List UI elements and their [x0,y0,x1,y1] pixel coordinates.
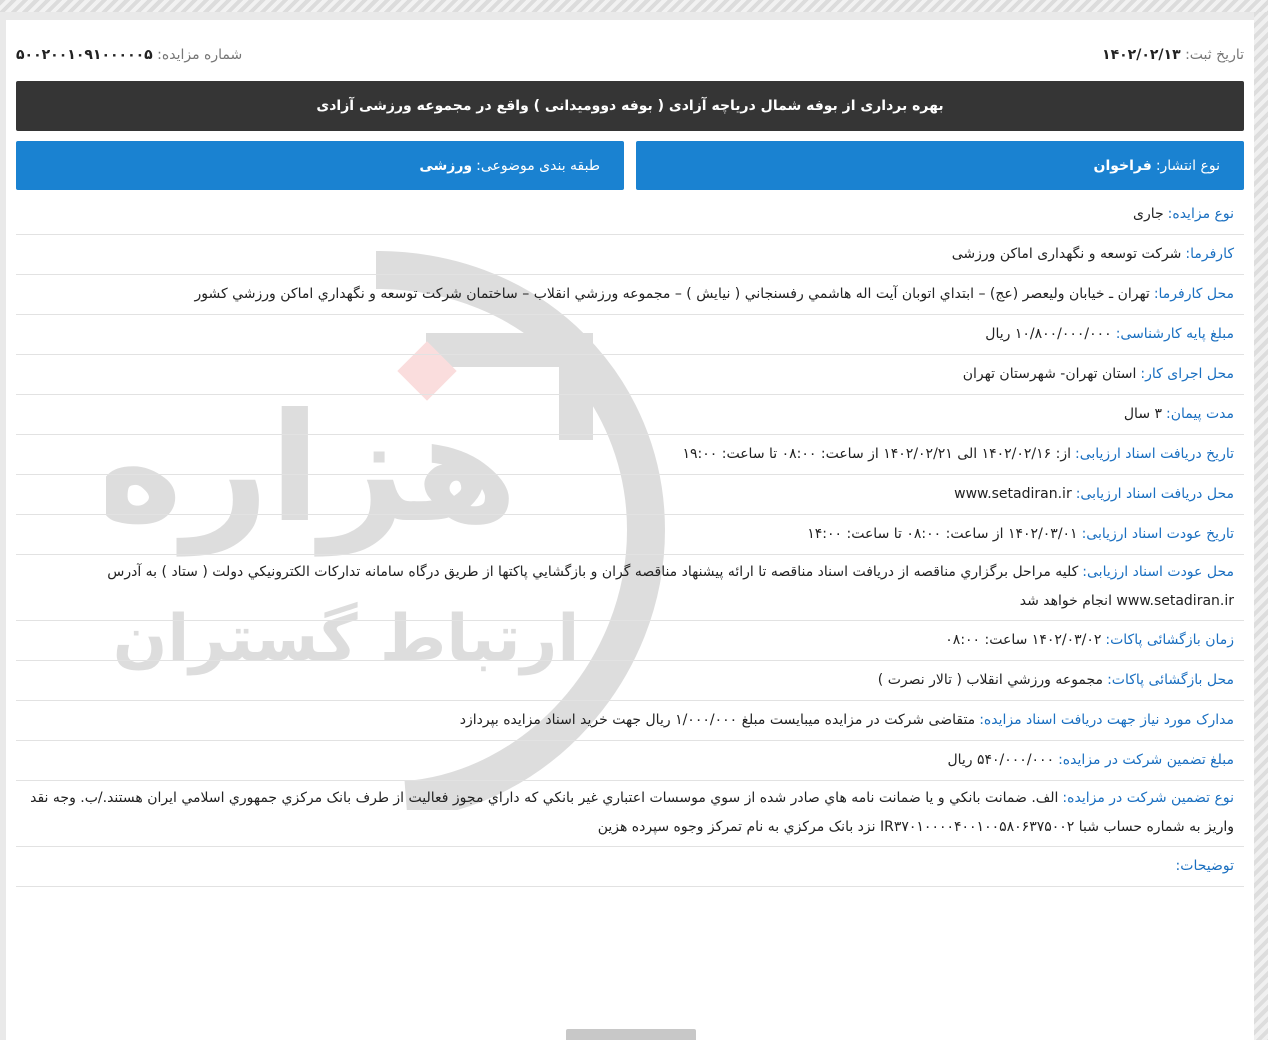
detail-row-label: زمان بازگشائی پاکات: [1105,632,1234,648]
auction-number-label: شماره مزایده: [157,47,243,63]
tender-title: بهره برداری از بوفه شمال دریاچه آزادی ( … [16,81,1244,131]
category-box: طبقه بندی موضوعی: ورزشی [16,141,624,190]
detail-row: محل دریافت اسناد ارزیابی:www.setadiran.i… [16,475,1244,515]
detail-row: محل عودت اسناد ارزیابی:کلیه مراحل برگزار… [16,555,1244,621]
detail-row-value: استان تهران- شهرستان تهران [962,366,1137,382]
detail-row: نوع مزایده:جاری [16,195,1244,235]
detail-row-label: مبلغ تضمین شرکت در مزایده: [1058,752,1234,768]
detail-row-label: تاریخ دریافت اسناد ارزیابی: [1074,446,1234,462]
detail-row: مدت پیمان:۳ سال [16,395,1244,435]
detail-row-label: محل کارفرما: [1153,286,1234,302]
detail-row-value: الف. ضمانت بانکي و يا ضمانت نامه هاي صاد… [30,790,1234,835]
scrollbar[interactable] [1254,12,1268,1040]
detail-row-label: کارفرما: [1185,246,1234,262]
detail-row: نوع تضمین شرکت در مزایده:الف. ضمانت بانک… [16,781,1244,847]
detail-row-value: ۱۴۰۲/۰۳/۰۱ از ساعت: ۰۸:۰۰ تا ساعت: ۱۴:۰۰ [807,526,1078,542]
detail-row-value: شرکت توسعه و نگهداری اماکن ورزشی [951,246,1182,262]
detail-row: کارفرما:شرکت توسعه و نگهداری اماکن ورزشی [16,235,1244,275]
detail-row-label: محل دریافت اسناد ارزیابی: [1075,486,1234,502]
detail-row-label: توضیحات: [1175,858,1234,874]
detail-row-value: کلیه مراحل برگزاري مناقصه از دريافت اسنا… [107,564,1234,609]
detail-row: محل اجرای کار:استان تهران- شهرستان تهران [16,355,1244,395]
detail-row-label: نوع تضمین شرکت در مزایده: [1062,790,1234,806]
detail-row-value: ۱۴۰۲/۰۳/۰۲ ساعت: ۰۸:۰۰ [945,632,1102,648]
detail-row-value: ۱۰/۸۰۰/۰۰۰/۰۰۰ ریال [985,326,1112,342]
detail-row: تاریخ عودت اسناد ارزیابی:۱۴۰۲/۰۳/۰۱ از س… [16,515,1244,555]
publish-type-value: فراخوان [1093,157,1152,174]
detail-row-label: مدت پیمان: [1166,406,1234,422]
registration-date-label: تاریخ ثبت: [1185,47,1244,63]
meta-row: تاریخ ثبت: ۱۴۰۲/۰۲/۱۳ شماره مزایده: ۵۰۰۲… [16,44,1244,66]
registration-date: تاریخ ثبت: ۱۴۰۲/۰۲/۱۳ [1102,47,1244,63]
category-value: ورزشی [419,157,473,174]
detail-row: مدارک مورد نیاز جهت دریافت اسناد مزایده:… [16,701,1244,741]
detail-row: مبلغ تضمین شرکت در مزایده:۵۴۰/۰۰۰/۰۰۰ ری… [16,741,1244,781]
detail-row: توضیحات: [16,847,1244,887]
detail-row-label: مدارک مورد نیاز جهت دریافت اسناد مزایده: [979,712,1234,728]
detail-row-value: جاری [1133,206,1164,222]
detail-row: محل کارفرما:تهران ـ خیابان ولیعصر (عج) –… [16,275,1244,315]
detail-row-label: محل عودت اسناد ارزیابی: [1082,564,1234,580]
detail-row: تاریخ دریافت اسناد ارزیابی:از: ۱۴۰۲/۰۲/۱… [16,435,1244,475]
detail-row-label: نوع مزایده: [1167,206,1234,222]
top-stripe [0,0,1268,12]
detail-row-label: مبلغ پایه کارشناسی: [1115,326,1234,342]
detail-row: محل بازگشائی پاکات:مجموعه ورزشي انقلاب (… [16,661,1244,701]
auction-number-value: ۵۰۰۲۰۰۱۰۹۱۰۰۰۰۰۵ [16,47,153,63]
tender-card: هزاره ارتباط گستران تاریخ ثبت: ۱۴۰۲/۰۲/۱… [6,20,1254,1040]
category-label: طبقه بندی موضوعی: [476,157,600,174]
detail-rows: نوع مزایده:جاری کارفرما:شرکت توسعه و نگهد… [16,195,1244,887]
detail-row-value: متقاضی شرکت در مزایده میبایست مبلغ ۱/۰۰۰… [459,712,976,728]
detail-row-value: www.setadiran.ir [954,486,1072,502]
detail-row-value: مجموعه ورزشي انقلاب ( تالار نصرت ) [877,672,1104,688]
detail-row-label: محل بازگشائی پاکات: [1107,672,1234,688]
auction-number: شماره مزایده: ۵۰۰۲۰۰۱۰۹۱۰۰۰۰۰۵ [16,47,242,63]
publish-type-label: نوع انتشار: [1155,157,1220,174]
detail-row: مبلغ پایه کارشناسی:۱۰/۸۰۰/۰۰۰/۰۰۰ ریال [16,315,1244,355]
registration-date-value: ۱۴۰۲/۰۲/۱۳ [1102,47,1181,63]
detail-row-value: ۵۴۰/۰۰۰/۰۰۰ ریال [947,752,1055,768]
detail-row-value: از: ۱۴۰۲/۰۲/۱۶ الی ۱۴۰۲/۰۲/۲۱ از ساعت: ۰… [682,446,1071,462]
detail-row-label: تاریخ عودت اسناد ارزیابی: [1081,526,1234,542]
detail-row-value: تهران ـ خیابان ولیعصر (عج) – ابتداي اتوب… [194,286,1150,302]
publish-type-box: نوع انتشار: فراخوان [636,141,1244,190]
detail-row-label: محل اجرای کار: [1140,366,1234,382]
detail-row-value: ۳ سال [1123,406,1163,422]
detail-row: زمان بازگشائی پاکات:۱۴۰۲/۰۳/۰۲ ساعت: ۰۸:… [16,621,1244,661]
pagination-bar[interactable] [566,1029,696,1040]
